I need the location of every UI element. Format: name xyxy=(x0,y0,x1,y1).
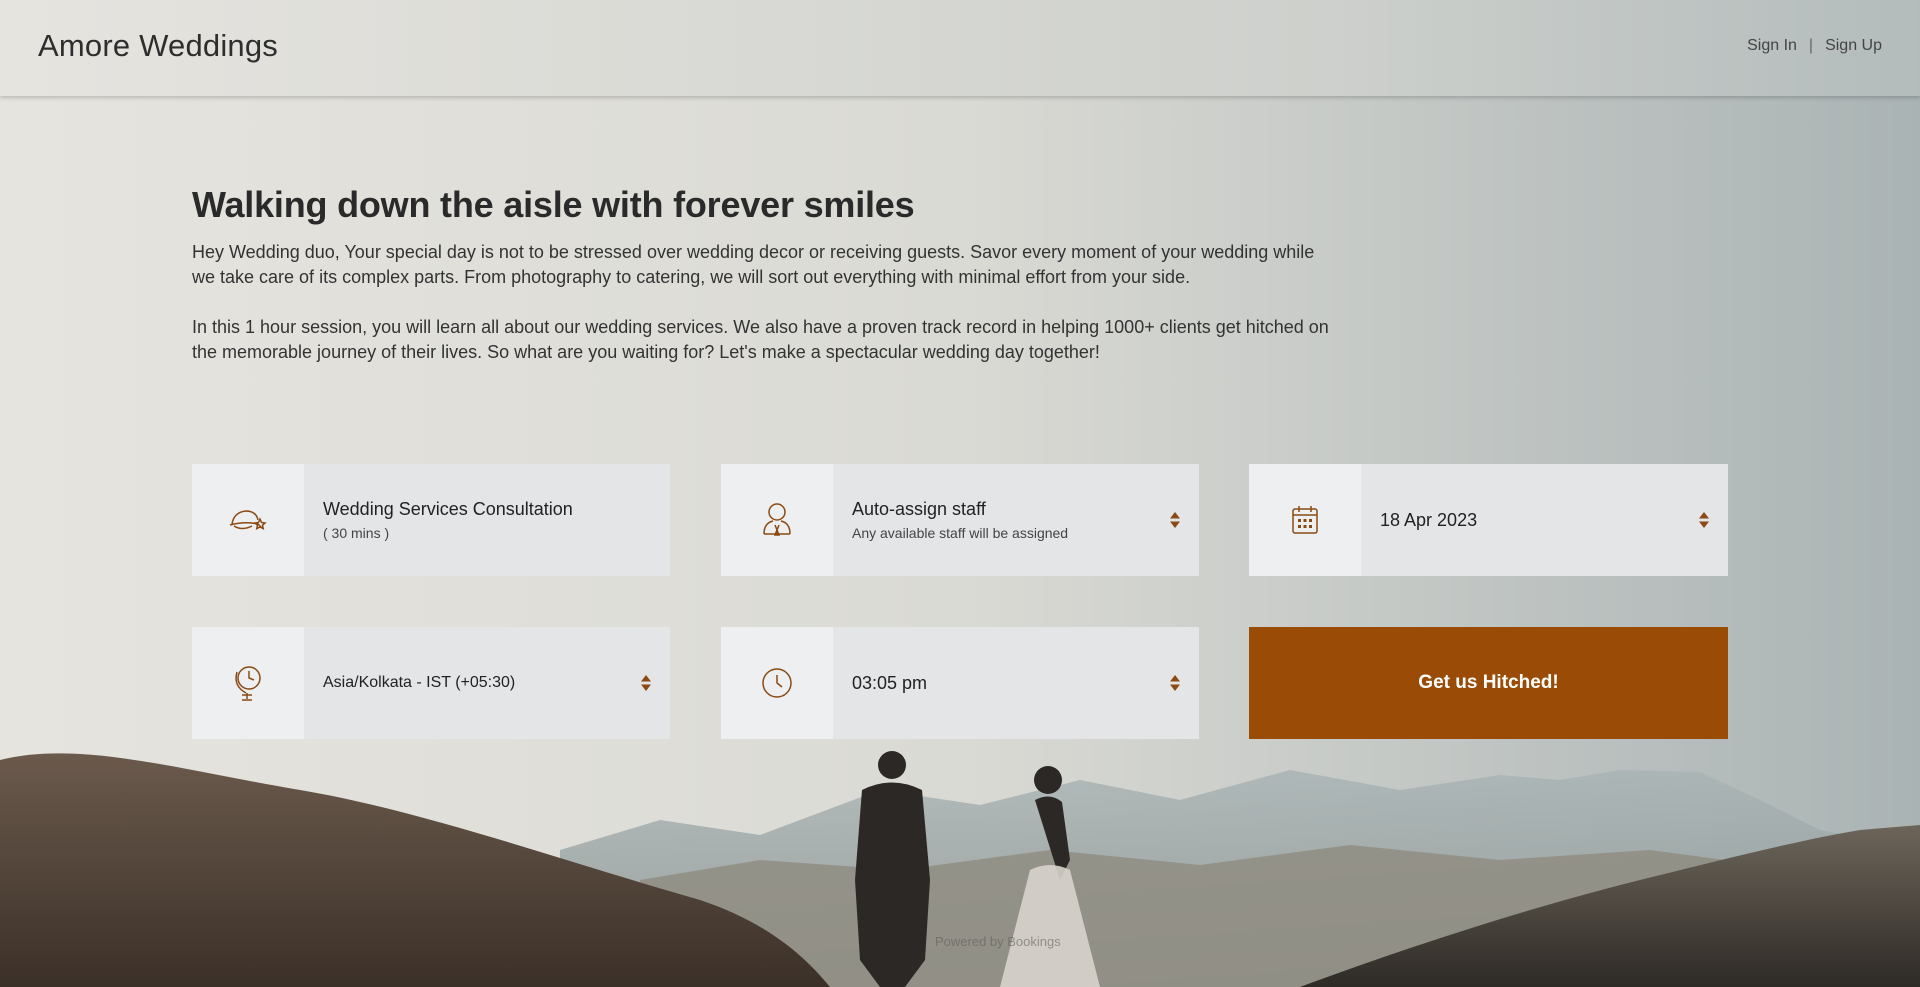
date-details: 18 Apr 2023 xyxy=(1361,464,1728,576)
clock-icon xyxy=(762,668,792,698)
auth-links: Sign In | Sign Up xyxy=(1747,37,1882,55)
timezone-selector[interactable]: Asia/Kolkata - IST (+05:30) xyxy=(192,627,670,739)
staff-subtitle: Any available staff will be assigned xyxy=(852,525,1069,541)
time-selector[interactable]: 03:05 pm xyxy=(721,627,1199,739)
sign-up-link[interactable]: Sign Up xyxy=(1825,37,1882,55)
selected-time: 03:05 pm xyxy=(852,672,928,693)
staff-selector[interactable]: Auto-assign staff Any available staff wi… xyxy=(721,464,1199,576)
date-icon-panel xyxy=(1249,464,1361,576)
sign-in-link[interactable]: Sign In xyxy=(1747,37,1797,55)
calendar-icon xyxy=(1292,506,1318,534)
sort-arrows-icon[interactable] xyxy=(1698,511,1710,529)
service-duration: ( 30 mins ) xyxy=(323,525,390,541)
service-icon-panel xyxy=(192,464,304,576)
selected-timezone: Asia/Kolkata - IST (+05:30) xyxy=(323,674,516,691)
hero-section: Walking down the aisle with forever smil… xyxy=(192,184,1332,365)
staff-icon-panel xyxy=(721,464,833,576)
selected-date: 18 Apr 2023 xyxy=(1380,509,1478,530)
get-us-hitched-button[interactable]: Get us Hitched! xyxy=(1249,627,1728,739)
service-details: Wedding Services Consultation ( 30 mins … xyxy=(304,464,670,576)
service-selector[interactable]: Wedding Services Consultation ( 30 mins … xyxy=(192,464,670,576)
time-details: 03:05 pm xyxy=(833,627,1199,739)
brand-logo-text[interactable]: Amore Weddings xyxy=(38,28,278,64)
staff-name: Auto-assign staff xyxy=(852,499,986,519)
staff-details: Auto-assign staff Any available staff wi… xyxy=(833,464,1199,576)
globe-clock-icon xyxy=(235,666,261,701)
sort-arrows-icon[interactable] xyxy=(640,674,652,692)
timezone-icon-panel xyxy=(192,627,304,739)
time-icon-panel xyxy=(721,627,833,739)
sort-arrows-icon[interactable] xyxy=(1169,511,1181,529)
site-header: Amore Weddings Sign In | Sign Up xyxy=(0,0,1920,96)
service-name: Wedding Services Consultation xyxy=(323,499,573,519)
date-selector[interactable]: 18 Apr 2023 xyxy=(1249,464,1728,576)
intro-paragraph: Hey Wedding duo, Your special day is not… xyxy=(192,242,1315,287)
powered-by-note[interactable]: Powered by Bookings xyxy=(935,934,1061,949)
timezone-details: Asia/Kolkata - IST (+05:30) xyxy=(304,627,670,739)
session-paragraph: In this 1 hour session, you will learn a… xyxy=(192,317,1329,362)
sort-arrows-icon[interactable] xyxy=(1169,674,1181,692)
hat-star-icon xyxy=(229,510,267,530)
auth-separator: | xyxy=(1808,37,1814,54)
person-icon xyxy=(763,503,791,536)
page-title: Walking down the aisle with forever smil… xyxy=(192,184,915,225)
